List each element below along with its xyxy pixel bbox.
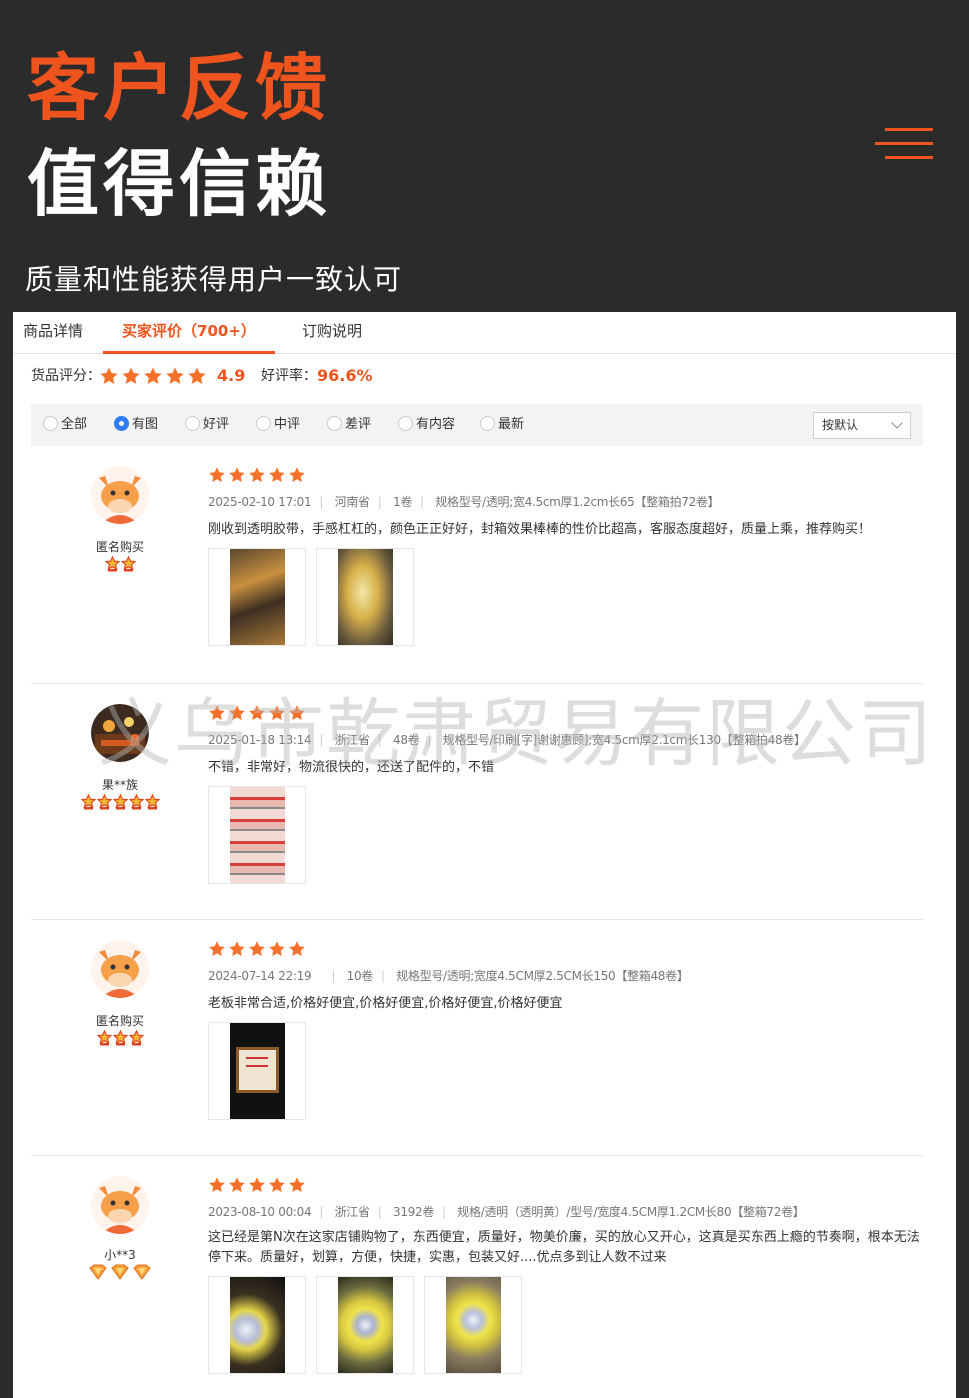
review-photo[interactable]: [424, 1276, 522, 1374]
review-meta: 2023-08-10 00:04 | 浙江省 | 3192卷 | 规格/透明（透明黄）…: [208, 1205, 805, 1219]
tab-bar: 商品详情 买家评价（700+） 订购说明: [13, 312, 956, 354]
header-banner: 客户反馈 值得信赖 质量和性能获得用户一致认可: [0, 0, 969, 312]
review-photo[interactable]: [316, 1276, 414, 1374]
review-item: 匿名购买 2024-07-14 22:19 | 10卷 | 规格型号/透明;宽度4.…: [31, 920, 923, 1156]
review-item: 小**3 2023-08-10 00:04 | 浙江省 | 3192卷 | 规格/透明…: [31, 1156, 923, 1398]
review-comment: 不错，非常好，物流很快的，还送了配件的，不错: [208, 760, 495, 775]
filter-negative[interactable]: 差评: [327, 416, 371, 434]
buyer-level-badges: [61, 1264, 179, 1284]
rating-stars-icon: [208, 940, 308, 959]
review-photo[interactable]: [208, 786, 306, 884]
review-photo[interactable]: [208, 1022, 306, 1120]
buyer-level-badges: [61, 793, 179, 814]
filter-all[interactable]: 全部: [43, 416, 87, 434]
positive-rate-label: 好评率：: [261, 368, 317, 384]
score-stars-icon: [99, 366, 209, 390]
score-label: 货品评分：: [31, 368, 101, 384]
menu-icon[interactable]: [875, 128, 933, 162]
review-quantity: 10卷: [346, 969, 374, 983]
review-spec: 规格/透明（透明黄）/型号/宽度4.5CM厚1.2CM长80【整箱72卷】: [457, 1205, 805, 1219]
review-province: 河南省: [334, 495, 370, 509]
tab-product-details[interactable]: 商品详情: [23, 312, 83, 354]
review-date: 2023-08-10 00:04: [208, 1205, 312, 1219]
filter-neutral[interactable]: 中评: [256, 416, 300, 434]
review-quantity: 3192卷: [392, 1205, 435, 1219]
review-spec: 规格型号/印刷[字]谢谢惠顾];宽4.5cm厚2.1cm长130【整箱拍48卷】: [442, 733, 806, 747]
radio-icon: [398, 416, 413, 431]
reviewer-name: 匿名购买: [95, 1014, 144, 1028]
review-photo[interactable]: [316, 548, 414, 646]
review-comment: 刚收到透明胶带，手感杠杠的，颜色正正好好，封箱效果棒棒的性价比超高，客服态度超好…: [208, 522, 872, 537]
filter-with-images[interactable]: 有图: [114, 416, 158, 434]
review-province: 浙江省: [334, 1205, 370, 1219]
review-meta: 2025-02-10 17:01 | 河南省 | 1卷 | 规格型号/透明;宽4.5c…: [208, 495, 720, 509]
review-quantity: 1卷: [392, 495, 413, 509]
review-meta: 2025-01-18 13:14 | 浙江省 | 48卷 | 规格型号/印刷[字]谢谢…: [208, 733, 806, 747]
review-quantity: 48卷: [392, 733, 420, 747]
page-title-line2: 值得信赖: [27, 142, 332, 226]
radio-icon: [43, 416, 58, 431]
review-photo[interactable]: [208, 548, 306, 646]
chevron-down-icon: [891, 417, 903, 429]
rating-stars-icon: [208, 466, 308, 485]
rating-stars-icon: [208, 1176, 308, 1195]
avatar[interactable]: [91, 704, 149, 762]
review-province: 浙江省: [334, 733, 370, 747]
review-date: 2024-07-14 22:19: [208, 969, 312, 983]
buyer-level-badges: [61, 1029, 179, 1050]
review-spec: 规格型号/透明;宽度4.5CM厚2.5CM长150【整箱48卷】: [396, 969, 689, 983]
filter-bar: 全部 有图 好评 中评 差评 有内容 最新 按默认: [31, 404, 923, 446]
page-subtitle: 质量和性能获得用户一致认可: [25, 263, 403, 296]
avatar[interactable]: [91, 466, 149, 524]
radio-icon: [327, 416, 342, 431]
filter-latest[interactable]: 最新: [480, 416, 524, 434]
radio-icon: [480, 416, 495, 431]
review-photo[interactable]: [208, 1276, 306, 1374]
reviewer-name: 果**族: [101, 778, 138, 792]
avatar[interactable]: [91, 940, 149, 998]
review-meta: 2024-07-14 22:19 | 10卷 | 规格型号/透明;宽度4.5CM厚2…: [208, 969, 689, 983]
filter-with-content[interactable]: 有内容: [398, 416, 455, 434]
positive-rate-value: 96.6%: [317, 366, 373, 385]
review-item: 匿名购买 2025-02-10 17:01 | 河南省 | 1卷 | 规格型号/透明;…: [31, 446, 923, 684]
reviews-panel: 商品详情 买家评价（700+） 订购说明 货品评分： 4.9 好评率： 96.6…: [13, 312, 956, 1398]
review-date: 2025-02-10 17:01: [208, 495, 312, 509]
tab-order-info[interactable]: 订购说明: [302, 312, 362, 354]
sort-select[interactable]: 按默认: [813, 412, 911, 439]
radio-checked-icon: [114, 416, 129, 431]
review-date: 2025-01-18 13:14: [208, 733, 312, 747]
avatar[interactable]: [91, 1176, 149, 1234]
reviewer-name: 匿名购买: [95, 540, 144, 554]
review-item: 果**族 2025-01-18 13:14 | 浙江省 | 48卷 | 规格型号/印刷…: [31, 684, 923, 920]
tab-buyer-reviews[interactable]: 买家评价（700+）: [103, 312, 275, 354]
review-spec: 规格型号/透明;宽4.5cm厚1.2cm长65【整箱拍72卷】: [435, 495, 720, 509]
reviewer-name: 小**3: [104, 1248, 136, 1262]
radio-icon: [256, 416, 271, 431]
score-value: 4.9: [217, 366, 246, 385]
radio-icon: [185, 416, 200, 431]
review-comment: 这已经是第N次在这家店铺购物了，东西便宜，质量好，物美价廉，买的放心又开心，这真…: [208, 1230, 920, 1265]
rating-stars-icon: [208, 704, 308, 723]
page-title-line1: 客户反馈: [27, 46, 332, 130]
buyer-level-badges: [61, 555, 179, 576]
filter-positive[interactable]: 好评: [185, 416, 229, 434]
review-comment: 老板非常合适,价格好便宜,价格好便宜,价格好便宜,价格好便宜: [208, 996, 563, 1011]
